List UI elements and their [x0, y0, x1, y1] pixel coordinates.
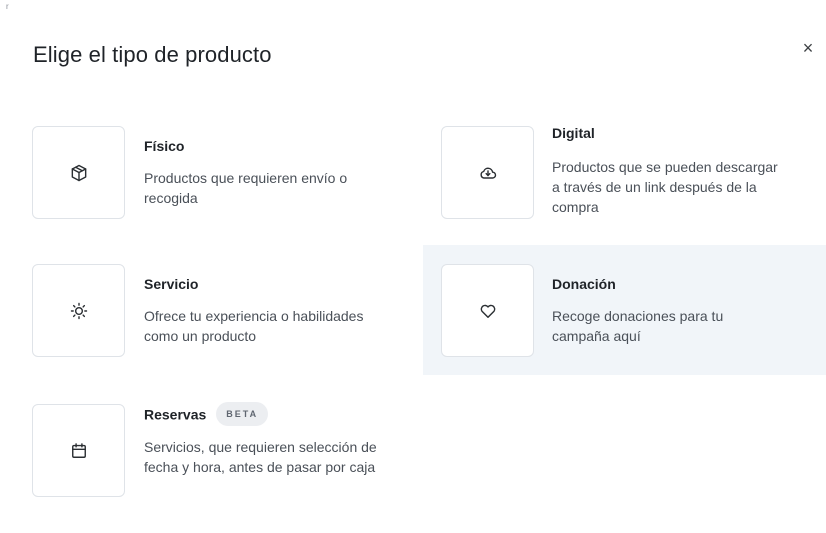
option-digital-description: Productos que se pueden descargar a trav…	[552, 159, 778, 215]
option-donacion-icon-box	[441, 264, 534, 357]
option-servicio-description: Ofrece tu experiencia o habilidades como…	[144, 308, 364, 344]
option-reservas-icon-box	[32, 404, 125, 497]
heart-icon	[480, 304, 495, 318]
option-servicio[interactable]: Servicio Ofrece tu experiencia o habilid…	[20, 246, 420, 376]
option-reservas[interactable]: Reservas BETA Servicios, que requieren se…	[20, 388, 420, 518]
dialog-title: Elige el tipo de producto	[33, 42, 272, 67]
option-reservas-title: Reservas BETA	[144, 402, 269, 428]
beta-badge: BETA	[216, 402, 269, 426]
calendar-icon	[71, 442, 86, 458]
option-servicio-title: Servicio	[144, 276, 199, 292]
cloud-download-icon	[479, 167, 496, 179]
option-fisico-icon-box	[32, 126, 125, 219]
option-digital[interactable]: Digital Productos que se pueden descarga…	[423, 112, 826, 232]
corner-mark: r	[6, 2, 9, 11]
option-reservas-title-text: Reservas	[144, 406, 207, 423]
close-icon: ×	[802, 37, 814, 58]
option-digital-icon-box	[441, 126, 534, 219]
option-fisico-description: Productos que requieren envío o recogida	[144, 170, 348, 206]
option-servicio-icon-box	[32, 264, 125, 357]
box-icon	[71, 164, 86, 181]
option-digital-title: Digital	[552, 125, 595, 141]
option-fisico[interactable]: Físico Productos que requieren envío o r…	[20, 112, 420, 232]
sun-icon	[70, 302, 87, 319]
product-type-dialog: r Elige el tipo de producto × Físico Pro…	[0, 0, 826, 533]
option-fisico-title: Físico	[144, 138, 185, 154]
option-donacion-title: Donación	[552, 276, 616, 292]
close-button[interactable]: ×	[796, 36, 820, 60]
option-donacion-description: Recoge donaciones para tu campaña aquí	[552, 308, 724, 344]
option-donacion[interactable]: Donación Recoge donaciones para tu campa…	[423, 245, 826, 375]
option-reservas-description: Servicios, que requieren selección de fe…	[144, 439, 377, 475]
